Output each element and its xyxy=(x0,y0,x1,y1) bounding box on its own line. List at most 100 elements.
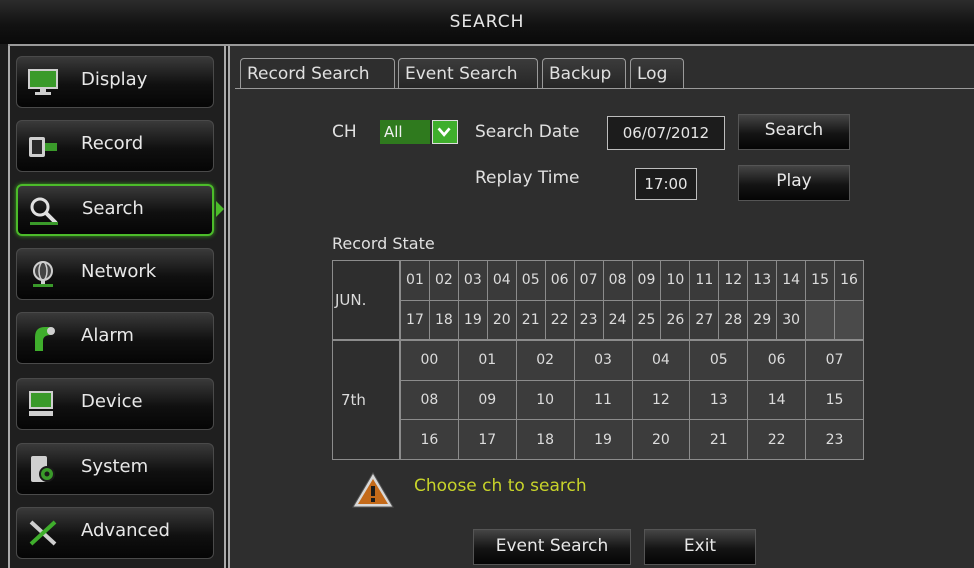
tab-label: Log xyxy=(637,64,668,84)
tab-record-search[interactable]: Record Search xyxy=(240,58,395,89)
event-search-button[interactable]: Event Search xyxy=(473,529,631,565)
day-cell[interactable]: 20 xyxy=(486,299,517,340)
hour-cell[interactable]: 12 xyxy=(631,379,691,421)
window-title: SEARCH xyxy=(449,12,525,32)
computer-icon xyxy=(29,391,53,416)
search-button[interactable]: Search xyxy=(738,114,850,150)
hour-cell[interactable]: 16 xyxy=(400,419,459,460)
day-cell[interactable]: 30 xyxy=(776,299,807,340)
day-cell[interactable]: 14 xyxy=(776,260,807,301)
day-cell[interactable]: 22 xyxy=(544,299,575,340)
day-cell[interactable]: 26 xyxy=(660,299,691,340)
tab-event-search[interactable]: Event Search xyxy=(398,58,538,88)
search-date-field[interactable]: 06/07/2012 xyxy=(607,116,725,150)
hour-cell[interactable]: 14 xyxy=(747,379,807,421)
hour-cell[interactable]: 01 xyxy=(457,340,517,381)
hour-cell[interactable]: 03 xyxy=(573,340,633,381)
hour-row: 00 01 02 03 04 05 06 07 xyxy=(400,340,864,381)
hour-cell[interactable]: 02 xyxy=(515,340,575,381)
day-label: 7th xyxy=(332,340,400,460)
hour-cell[interactable]: 23 xyxy=(805,419,864,460)
hour-cell[interactable]: 05 xyxy=(689,340,749,381)
sidebar-item-network[interactable]: Network xyxy=(16,248,214,300)
sidebar-item-search[interactable]: Search xyxy=(16,184,214,236)
title-bar: SEARCH xyxy=(0,0,974,44)
warning-message: Choose ch to search xyxy=(414,476,587,496)
day-cell[interactable]: 06 xyxy=(544,260,575,301)
hour-cell[interactable]: 21 xyxy=(689,419,749,460)
day-cell[interactable]: 28 xyxy=(718,299,749,340)
day-cell[interactable]: 12 xyxy=(718,260,749,301)
hour-grid: 00 01 02 03 04 05 06 07 08 09 10 11 12 13 14 15 16 17 18 19… xyxy=(400,340,864,460)
camera-icon xyxy=(29,137,57,157)
hour-cell[interactable]: 11 xyxy=(573,379,633,421)
day-cell[interactable]: 02 xyxy=(428,260,459,301)
sidebar-item-label: Display xyxy=(81,69,148,90)
replay-time-field[interactable]: 17:00 xyxy=(635,168,697,200)
hour-cell[interactable]: 18 xyxy=(515,419,575,460)
day-cell[interactable]: 08 xyxy=(602,260,633,301)
day-cell[interactable]: 11 xyxy=(689,260,720,301)
chevron-down-icon[interactable] xyxy=(432,120,458,144)
record-state-label: Record State xyxy=(332,234,435,253)
sidebar-item-record[interactable]: Record xyxy=(16,120,214,172)
sidebar: Display Record Search Network Alarm Devi… xyxy=(8,46,226,568)
tab-backup[interactable]: Backup xyxy=(542,58,626,88)
system-icon xyxy=(31,456,55,482)
day-cell[interactable]: 24 xyxy=(602,299,633,340)
sidebar-item-label: Search xyxy=(82,198,144,219)
hour-cell[interactable]: 13 xyxy=(689,379,749,421)
hour-cell[interactable]: 06 xyxy=(747,340,807,381)
day-cell[interactable]: 17 xyxy=(400,299,430,340)
tab-label: Event Search xyxy=(405,64,518,84)
sidebar-item-alarm[interactable]: Alarm xyxy=(16,312,214,364)
hour-cell[interactable]: 08 xyxy=(400,379,459,421)
day-cell[interactable]: 15 xyxy=(805,260,836,301)
ch-label: CH xyxy=(332,122,357,142)
hour-cell[interactable]: 09 xyxy=(457,379,517,421)
day-cell[interactable]: 18 xyxy=(428,299,459,340)
sidebar-item-label: Network xyxy=(81,261,157,282)
hour-cell[interactable]: 04 xyxy=(631,340,691,381)
day-cell[interactable]: 13 xyxy=(747,260,778,301)
exit-button[interactable]: Exit xyxy=(644,529,756,565)
globe-icon xyxy=(33,261,53,287)
day-cell[interactable]: 07 xyxy=(573,260,604,301)
day-cell[interactable]: 03 xyxy=(457,260,488,301)
hour-cell[interactable]: 15 xyxy=(805,379,864,421)
alarm-icon xyxy=(35,327,55,351)
hour-cell[interactable]: 00 xyxy=(400,340,459,381)
magnifier-icon xyxy=(30,197,58,225)
day-cell[interactable]: 05 xyxy=(515,260,546,301)
hour-cell[interactable]: 20 xyxy=(631,419,691,460)
warning-icon xyxy=(352,472,394,508)
hour-cell[interactable]: 07 xyxy=(805,340,864,381)
day-cell[interactable]: 21 xyxy=(515,299,546,340)
hour-cell[interactable]: 10 xyxy=(515,379,575,421)
day-cell[interactable]: 29 xyxy=(747,299,778,340)
day-cell[interactable]: 19 xyxy=(457,299,488,340)
sidebar-item-system[interactable]: System xyxy=(16,443,214,495)
day-cell[interactable]: 09 xyxy=(631,260,662,301)
day-cell[interactable]: 01 xyxy=(400,260,430,301)
day-row: 17 18 19 20 21 22 23 24 25 26 27 28 29 30 xyxy=(400,299,864,340)
play-button[interactable]: Play xyxy=(738,165,850,201)
day-cell[interactable]: 25 xyxy=(631,299,662,340)
day-cell[interactable]: 04 xyxy=(486,260,517,301)
day-grid: 01 02 03 04 05 06 07 08 09 10 11 12 13 14 15 16 17 18 19 20… xyxy=(400,260,864,340)
day-cell[interactable]: 27 xyxy=(689,299,720,340)
hour-row: 16 17 18 19 20 21 22 23 xyxy=(400,419,864,460)
hour-cell[interactable]: 17 xyxy=(457,419,517,460)
day-cell[interactable]: 23 xyxy=(573,299,604,340)
active-indicator-arrow xyxy=(216,201,224,217)
sidebar-item-display[interactable]: Display xyxy=(16,56,214,108)
tab-log[interactable]: Log xyxy=(630,58,684,88)
day-cell[interactable]: 10 xyxy=(660,260,691,301)
day-cell-empty xyxy=(834,299,864,340)
hour-cell[interactable]: 22 xyxy=(747,419,807,460)
sidebar-item-advanced[interactable]: Advanced xyxy=(16,507,214,559)
sidebar-item-device[interactable]: Device xyxy=(16,378,214,430)
ch-select[interactable]: All xyxy=(380,118,462,148)
hour-cell[interactable]: 19 xyxy=(573,419,633,460)
day-cell[interactable]: 16 xyxy=(834,260,864,301)
